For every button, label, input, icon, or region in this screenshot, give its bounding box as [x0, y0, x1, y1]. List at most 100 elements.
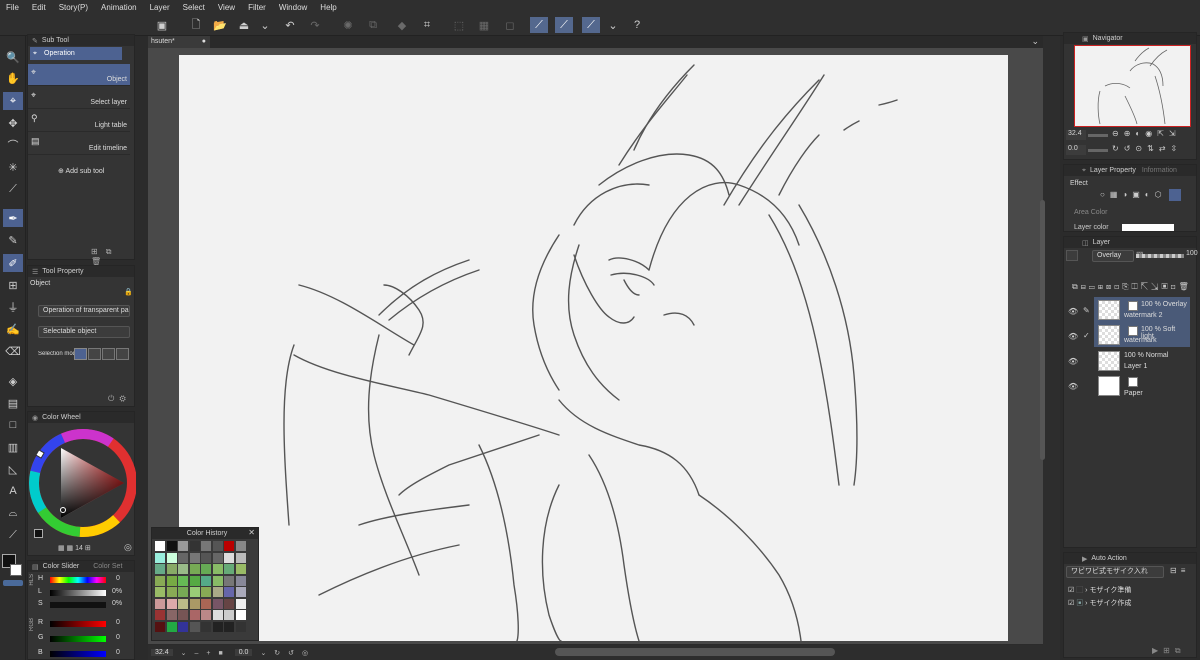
eraser-tool-icon[interactable]: ⌫	[3, 342, 23, 360]
layer-row-layer-1[interactable]: 100 % Normal Layer 1	[1094, 349, 1190, 373]
clear-icon[interactable]: ✺	[339, 17, 357, 33]
crop-icon[interactable]: ⌗	[418, 17, 436, 33]
color-history-swatch[interactable]	[224, 587, 234, 597]
visibility-eye-icon[interactable]: 👁	[1068, 307, 1078, 316]
color-history-swatch[interactable]	[212, 552, 223, 563]
auto-action-tab[interactable]: Auto Action	[1091, 555, 1126, 562]
auto-action-set-dropdown[interactable]: ワビワビ式モザイク入れ	[1066, 566, 1164, 578]
color-history-swatch[interactable]	[235, 610, 246, 620]
layer-row-watermark[interactable]: 100 % Soft light watermark	[1094, 323, 1190, 347]
color-history-swatch[interactable]	[235, 541, 246, 551]
magic-wand-tool-icon[interactable]: ✳	[3, 158, 23, 176]
airbrush-tool-icon[interactable]: ⏚	[3, 298, 23, 316]
color-history-swatch[interactable]	[189, 587, 200, 597]
stabilizer-2-icon[interactable]: ⟋	[555, 17, 573, 33]
selectable-object-dropdown[interactable]: Selectable object	[38, 326, 130, 338]
visibility-eye-icon[interactable]: 👁	[1068, 332, 1078, 341]
dropdown-chevron-icon[interactable]: ⌄	[604, 17, 622, 33]
frame-tool-icon[interactable]: ▥	[3, 438, 23, 456]
color-history-swatch[interactable]	[224, 541, 234, 551]
color-history-swatch[interactable]	[178, 564, 188, 574]
clip-studio-icon[interactable]: ▣	[153, 17, 171, 33]
transparent-part-dropdown[interactable]: Operation of transparent part	[38, 305, 130, 317]
navigator-angle-slider[interactable]	[1088, 149, 1108, 152]
color-history-swatch[interactable]	[155, 564, 165, 574]
color-wheel-settings-icon[interactable]: ◎	[124, 542, 132, 553]
layer-row-paper[interactable]: Paper	[1094, 374, 1190, 398]
navigator-zoom-buttons[interactable]: ⊖⊕◐◉⇱⇲	[1112, 129, 1181, 138]
color-history-swatch[interactable]	[212, 598, 223, 609]
color-history-swatch[interactable]	[189, 598, 200, 609]
color-history-swatch[interactable]	[201, 564, 211, 574]
transparent-color-toggle[interactable]	[3, 580, 23, 586]
effect-selected-button[interactable]	[1169, 189, 1181, 201]
blue-slider[interactable]	[50, 651, 106, 657]
fill-icon[interactable]: ◆	[393, 17, 411, 33]
color-history-swatch[interactable]	[212, 610, 223, 620]
figure-tool-icon[interactable]: □	[3, 416, 23, 434]
zoom-controls[interactable]: ⌄–+■	[181, 649, 231, 657]
sub-tool-item-edit-timeline[interactable]: ▤ Edit timeline	[28, 133, 130, 155]
selection-mode-option-1[interactable]	[74, 348, 87, 360]
sub-tool-item-object[interactable]: ⌖ Object	[28, 64, 130, 86]
decoration-tool-icon[interactable]: ⊞	[3, 276, 23, 294]
sub-tool-tab[interactable]: Sub Tool	[42, 37, 69, 44]
redo-icon[interactable]: ↷	[306, 17, 324, 33]
auto-action-menu-icons[interactable]: ⊟≡	[1170, 566, 1189, 575]
color-history-swatches[interactable]	[155, 541, 249, 635]
fill-tool-icon[interactable]: ◈	[3, 372, 23, 390]
auto-action-item-2[interactable]: ☑ ▣ › モザイク作成	[1068, 598, 1131, 608]
menu-animation[interactable]: Animation	[101, 3, 137, 12]
color-history-swatch[interactable]	[155, 575, 165, 586]
saturation-value[interactable]: 0%	[112, 600, 122, 607]
deselect-icon[interactable]: ⬚	[450, 17, 468, 33]
color-wheel-tab[interactable]: Color Wheel	[42, 414, 81, 421]
layer-toolbar[interactable]: ⧉⊟▭⊞⊠⊡⎘◫⇱⇲▣⊡🗑	[1072, 282, 1192, 292]
document-tab[interactable]: hsuten* ●	[148, 36, 210, 48]
layer-property-tab[interactable]: Layer Property	[1090, 167, 1136, 174]
gradient-tool-icon[interactable]: ▤	[3, 394, 23, 412]
opacity-slider[interactable]	[1136, 254, 1184, 258]
color-history-swatch[interactable]	[212, 575, 223, 586]
red-value[interactable]: 0	[116, 619, 120, 626]
tool-property-footer-icons[interactable]: ⏻⚙	[108, 394, 131, 404]
open-folder-icon[interactable]: 📂	[211, 17, 229, 33]
color-history-swatch[interactable]	[224, 621, 234, 632]
color-history-swatch[interactable]	[189, 621, 200, 632]
color-history-swatch[interactable]	[189, 564, 200, 574]
blend-mode-dropdown[interactable]: Overlay	[1092, 250, 1134, 262]
visibility-eye-icon[interactable]: 👁	[1068, 382, 1078, 391]
color-history-swatch[interactable]	[189, 575, 200, 586]
menu-help[interactable]: Help	[320, 3, 336, 12]
color-history-swatch[interactable]	[201, 610, 211, 620]
menu-window[interactable]: Window	[279, 3, 307, 12]
lightness-value[interactable]: 0%	[112, 588, 122, 595]
tab-close-icon[interactable]: ●	[202, 36, 206, 48]
hue-slider[interactable]	[50, 577, 106, 583]
angle-readout[interactable]: 0.0	[234, 649, 253, 656]
menu-layer[interactable]: Layer	[150, 3, 170, 12]
color-history-swatch[interactable]	[166, 552, 177, 563]
selection-mode-option-3[interactable]	[102, 348, 115, 360]
color-history-swatch[interactable]	[166, 564, 177, 574]
color-history-swatch[interactable]	[155, 587, 165, 597]
menu-select[interactable]: Select	[183, 3, 205, 12]
color-history-swatch[interactable]	[235, 587, 246, 597]
color-history-swatch[interactable]	[201, 587, 211, 597]
color-history-swatch[interactable]	[155, 621, 165, 632]
text-tool-icon[interactable]: A	[3, 482, 23, 500]
pencil-tool-icon[interactable]: ✎	[3, 231, 23, 249]
correct-line-tool-icon[interactable]: ⟋	[3, 526, 23, 544]
lightness-slider[interactable]	[50, 590, 106, 596]
effect-buttons[interactable]: ○▦◑▣◐⬡	[1100, 190, 1167, 199]
color-history-swatch[interactable]	[201, 552, 211, 563]
cut-out-icon[interactable]: ⧉	[364, 17, 382, 33]
color-history-swatch[interactable]	[201, 575, 211, 586]
move-layer-tool-icon[interactable]: ✥	[3, 114, 23, 132]
zoom-tool-icon[interactable]: 🔍	[3, 48, 23, 66]
green-slider[interactable]	[50, 636, 106, 642]
auto-action-item-1[interactable]: ☑ ▢ › モザイク準備	[1068, 585, 1131, 595]
color-history-swatch[interactable]	[166, 587, 177, 597]
menu-filter[interactable]: Filter	[248, 3, 266, 12]
help-icon[interactable]: ?	[628, 17, 646, 33]
